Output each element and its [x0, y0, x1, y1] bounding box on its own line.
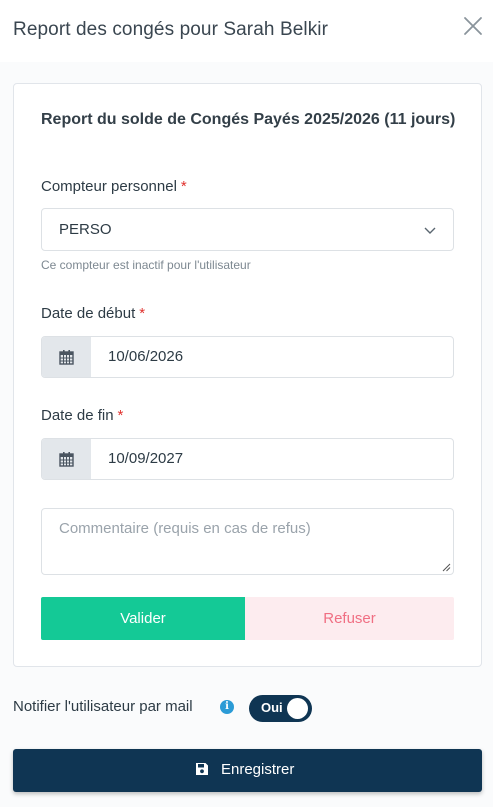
save-label: Enregistrer	[221, 761, 295, 778]
comment-textarea[interactable]: Commentaire (requis en cas de refus)	[41, 508, 454, 575]
end-date-label: Date de fin *	[41, 407, 123, 424]
counter-select-value: PERSO	[59, 221, 112, 238]
counter-select[interactable]: PERSO	[41, 208, 454, 251]
resize-handle-icon[interactable]	[442, 563, 451, 572]
chevron-down-icon	[424, 227, 436, 234]
counter-hint: Ce compteur est inactif pour l'utilisate…	[41, 258, 251, 272]
toggle-label: Oui	[261, 700, 283, 715]
notify-toggle[interactable]: Oui	[249, 695, 312, 722]
start-date-label-text: Date de début	[41, 305, 136, 322]
start-date-value: 10/06/2026	[108, 348, 184, 365]
save-button[interactable]: Enregistrer	[13, 749, 482, 792]
start-date-label: Date de début *	[41, 305, 145, 322]
end-date-field[interactable]: 10/09/2027	[41, 438, 454, 480]
close-icon[interactable]	[462, 15, 484, 37]
toggle-knob	[287, 698, 308, 719]
end-date-label-text: Date de fin	[41, 407, 114, 424]
required-marker: *	[117, 407, 124, 424]
modal-header: Report des congés pour Sarah Belkir	[0, 0, 493, 62]
counter-label: Compteur personnel *	[41, 178, 187, 195]
required-marker: *	[180, 178, 187, 195]
report-form-card: Report du solde de Congés Payés 2025/202…	[13, 83, 482, 667]
info-icon[interactable]: i	[220, 700, 234, 714]
form-heading: Report du solde de Congés Payés 2025/202…	[41, 111, 456, 128]
counter-label-text: Compteur personnel	[41, 178, 177, 195]
calendar-icon[interactable]	[42, 439, 91, 479]
end-date-value: 10/09/2027	[108, 450, 184, 467]
calendar-icon[interactable]	[42, 337, 91, 377]
start-date-field[interactable]: 10/06/2026	[41, 336, 454, 378]
notify-label: Notifier l'utilisateur par mail	[13, 698, 193, 715]
validate-button[interactable]: Valider	[41, 597, 245, 640]
floppy-disk-icon	[196, 763, 208, 775]
modal-title: Report des congés pour Sarah Belkir	[13, 19, 329, 40]
comment-placeholder: Commentaire (requis en cas de refus)	[59, 520, 311, 537]
refuse-button[interactable]: Refuser	[245, 597, 454, 640]
required-marker: *	[139, 305, 146, 322]
